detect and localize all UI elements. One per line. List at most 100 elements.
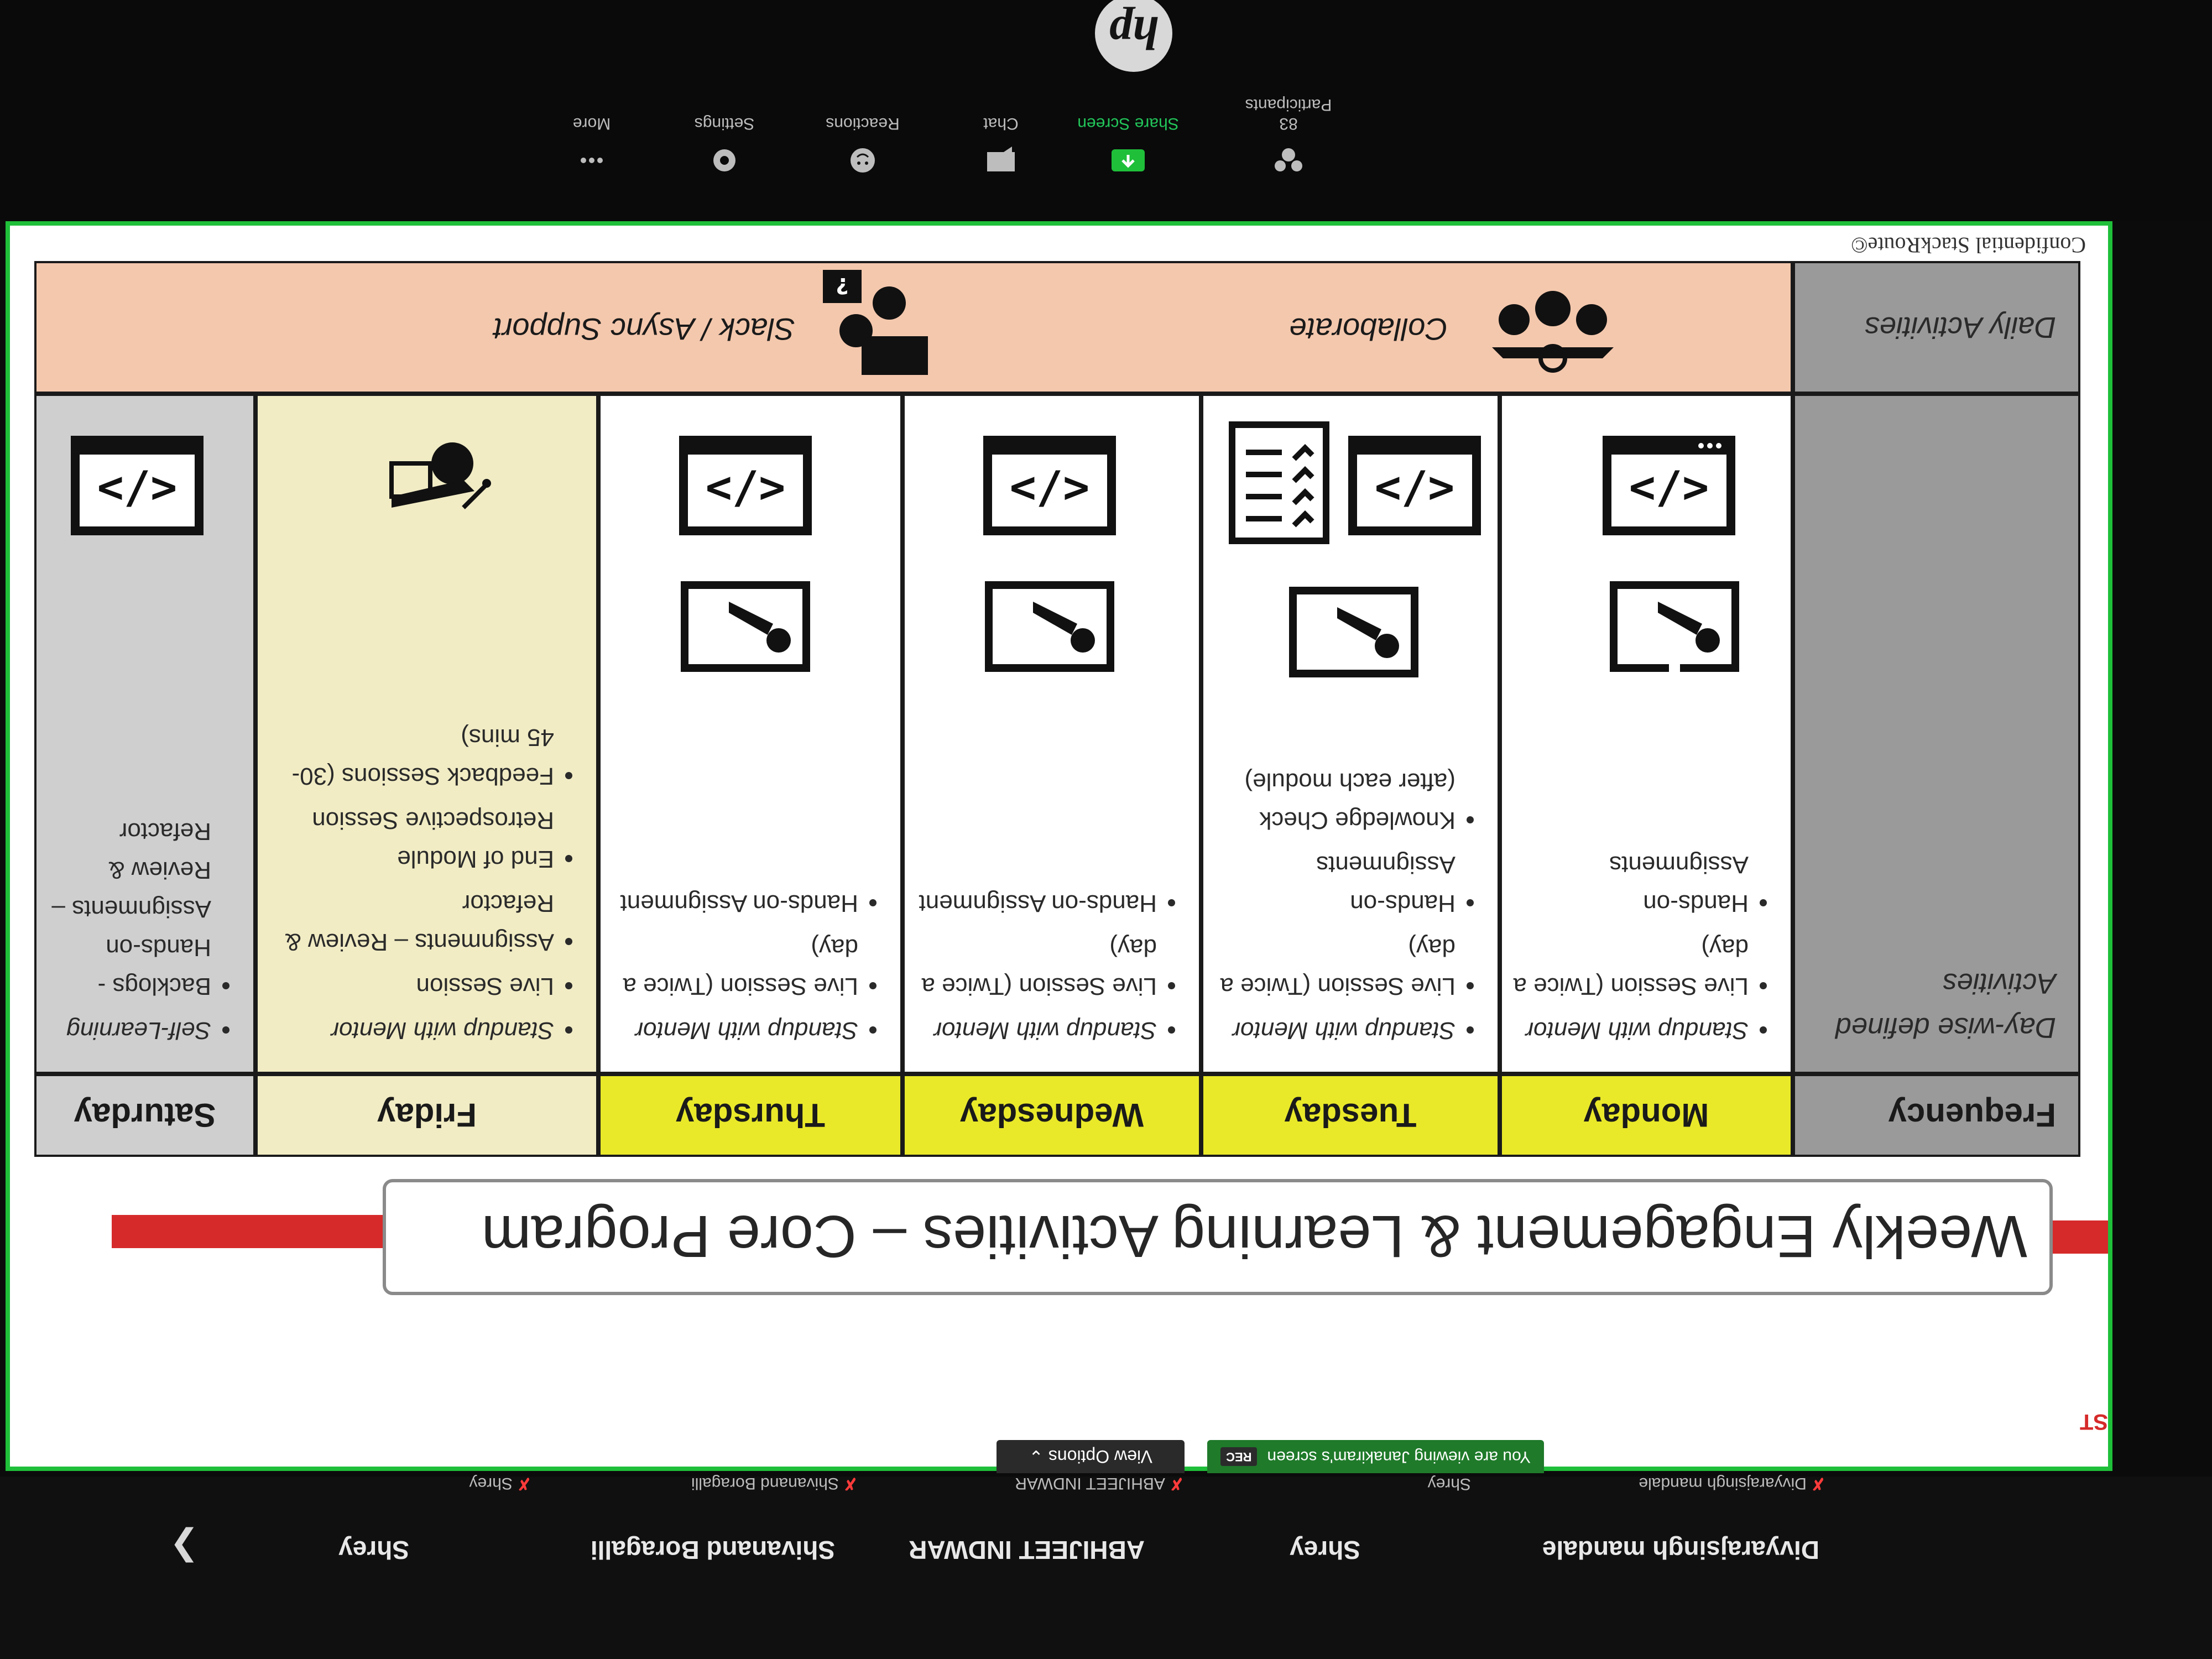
gear-icon bbox=[713, 149, 735, 171]
list-item: Live Session (Twice a day) bbox=[612, 928, 858, 1005]
list-item: Hands-on Assignment bbox=[612, 884, 858, 922]
more-icon bbox=[581, 158, 603, 163]
wednesday-cell: Standup with Mentor Live Session (Twice … bbox=[902, 394, 1201, 1074]
settings-label: Settings bbox=[694, 114, 755, 133]
shared-screen: You are viewing Janakiram's screen REC V… bbox=[6, 221, 2112, 1473]
day-header-monday: Monday bbox=[1500, 1074, 1793, 1157]
daywise-row-label: Day-wise defined Activities bbox=[1793, 394, 2080, 1074]
daily-row-label: Daily Activities bbox=[1793, 261, 2080, 394]
settings-button[interactable]: Settings bbox=[664, 114, 785, 177]
saturday-cell: Self-Learning Backlogs - Hands-on Assign… bbox=[34, 394, 255, 1074]
participant-tile-name: ABHIJEET INDWAR bbox=[1015, 1474, 1165, 1493]
svg-text:?: ? bbox=[836, 273, 848, 298]
list-item: Live Session (Twice a day) bbox=[916, 928, 1157, 1005]
confidential-footer: Confidential StackRoute© bbox=[1851, 233, 2086, 258]
code-screen-icon: </> bbox=[1603, 436, 1735, 535]
brand-side-mark: ST bbox=[2079, 1410, 2108, 1434]
collaborate-label: Collaborate bbox=[1289, 312, 1448, 347]
list-item: Live Session (Twice a day) bbox=[1513, 928, 1749, 1005]
list-item: Self-Learning bbox=[48, 1011, 211, 1050]
checklist-icon bbox=[1229, 421, 1329, 544]
live-session-icon bbox=[1610, 581, 1739, 674]
reactions-icon bbox=[851, 148, 875, 173]
code-screen-icon: </> bbox=[71, 436, 204, 535]
activity-list: Standup with Mentor Live Session Assignm… bbox=[258, 701, 596, 1072]
activity-list: Standup with Mentor Live Session (Twice … bbox=[1203, 745, 1498, 1072]
slide-title: Weekly Engagement & Learning Activities … bbox=[481, 1203, 2027, 1271]
list-item: Live Session bbox=[269, 967, 554, 1005]
participant-strip: Divyarajsingh mandale Shrey ABHIJEET IND… bbox=[0, 1474, 2212, 1659]
view-options-label: View Options bbox=[1048, 1447, 1152, 1467]
frequency-header: Frequency bbox=[1793, 1074, 2080, 1157]
list-item: Assignments – Review & Refactor bbox=[269, 884, 554, 961]
share-screen-button[interactable]: Share Screen bbox=[1067, 114, 1189, 177]
svg-text:</>: </> bbox=[706, 464, 786, 515]
day-header-friday: Friday bbox=[255, 1074, 598, 1157]
tuesday-cell: Standup with Mentor Live Session (Twice … bbox=[1201, 394, 1500, 1074]
more-button[interactable]: More bbox=[531, 114, 653, 177]
activities-table: Frequency Monday Tuesday Wednesday Thurs… bbox=[34, 261, 2080, 1157]
participants-icon bbox=[1275, 148, 1302, 171]
slide-title-box: Weekly Engagement & Learning Activities … bbox=[383, 1179, 2053, 1295]
reactions-button[interactable]: Reactions bbox=[802, 114, 924, 177]
mic-muted-icon: ✗ bbox=[1169, 1474, 1183, 1493]
svg-text:</>: </> bbox=[1629, 464, 1709, 515]
activity-list: Self-Learning Backlogs - Hands-on Assign… bbox=[36, 795, 253, 1072]
participants-button[interactable]: 83 Participants bbox=[1228, 95, 1349, 177]
activity-list: Standup with Mentor Live Session (Twice … bbox=[905, 867, 1199, 1072]
live-session-icon bbox=[681, 581, 810, 672]
reactions-label: Reactions bbox=[826, 114, 900, 133]
slack-support-label: Slack / Async Support bbox=[493, 312, 795, 347]
day-header-wednesday: Wednesday bbox=[902, 1074, 1201, 1157]
list-item: Standup with Mentor bbox=[1513, 1011, 1749, 1050]
list-item: Feedback Sessions (30-45 mins) bbox=[269, 718, 554, 795]
participants-label: Participants bbox=[1245, 96, 1332, 114]
list-item: Hands-on Assignments bbox=[1513, 845, 1749, 922]
day-header-thursday: Thursday bbox=[598, 1074, 902, 1157]
chevron-right-icon[interactable]: ❯ bbox=[169, 1527, 199, 1568]
daywise-label-text: Day-wise defined Activities bbox=[1835, 967, 2056, 1044]
thursday-cell: Standup with Mentor Live Session (Twice … bbox=[598, 394, 902, 1074]
live-session-icon bbox=[985, 581, 1114, 672]
more-label: More bbox=[572, 114, 611, 133]
view-options-button[interactable]: View Options ⌄ bbox=[997, 1440, 1185, 1473]
slack-support-icon: ? bbox=[823, 270, 928, 375]
svg-text:</>: </> bbox=[97, 464, 178, 515]
daily-activities-cell: Collaborate ? Slack / Async Support bbox=[34, 261, 1793, 394]
day-header-saturday: Saturday bbox=[34, 1074, 255, 1157]
list-item: Standup with Mentor bbox=[1214, 1011, 1455, 1050]
photographed-screen: Divyarajsingh mandale Shrey ABHIJEET IND… bbox=[0, 0, 2212, 1659]
title-accent-bar bbox=[112, 1215, 383, 1248]
friday-cell: Standup with Mentor Live Session Assignm… bbox=[255, 394, 598, 1074]
participant-name[interactable]: Shrey bbox=[1290, 1535, 1360, 1565]
code-screen-icon: </> bbox=[679, 436, 812, 535]
retrospective-icon bbox=[389, 442, 491, 509]
list-item: Hands-on Assignment bbox=[916, 884, 1157, 922]
chat-icon bbox=[987, 147, 1015, 171]
viewing-text: You are viewing Janakiram's screen bbox=[1267, 1448, 1531, 1466]
participant-name[interactable]: Shrey bbox=[338, 1535, 409, 1565]
mic-muted-icon: ✗ bbox=[1811, 1474, 1825, 1493]
participant-name[interactable]: Shivanand Boragalli bbox=[591, 1535, 835, 1565]
share-screen-icon bbox=[1112, 149, 1145, 171]
activity-list: Standup with Mentor Live Session (Twice … bbox=[1502, 828, 1791, 1072]
title-accent-bar bbox=[2053, 1220, 2108, 1254]
list-item: Standup with Mentor bbox=[612, 1011, 858, 1050]
live-session-icon bbox=[1289, 587, 1418, 677]
participant-tile-name: Divyarajsingh mandale bbox=[1639, 1474, 1807, 1493]
chat-button[interactable]: Chat bbox=[940, 114, 1062, 177]
list-item: Knowledge Check (after each module) bbox=[1214, 762, 1455, 839]
collaborate-icon bbox=[1492, 291, 1614, 373]
chat-label: Chat bbox=[983, 114, 1019, 133]
participant-name[interactable]: Divyarajsingh mandale bbox=[1542, 1535, 1819, 1565]
svg-text:</>: </> bbox=[1010, 464, 1090, 515]
participant-tile-name: Shivanand Boragalli bbox=[691, 1474, 839, 1493]
participant-name[interactable]: ABHIJEET INDWAR bbox=[909, 1535, 1145, 1565]
day-header-tuesday: Tuesday bbox=[1201, 1074, 1500, 1157]
rec-badge: REC bbox=[1220, 1447, 1258, 1466]
code-screen-icon: </> bbox=[983, 436, 1116, 535]
list-item: Standup with Mentor bbox=[269, 1011, 554, 1050]
activity-list: Standup with Mentor Live Session (Twice … bbox=[601, 867, 900, 1072]
list-item: Live Session (Twice a day) bbox=[1214, 928, 1455, 1005]
list-item: Hands-on Assignments bbox=[1214, 845, 1455, 922]
